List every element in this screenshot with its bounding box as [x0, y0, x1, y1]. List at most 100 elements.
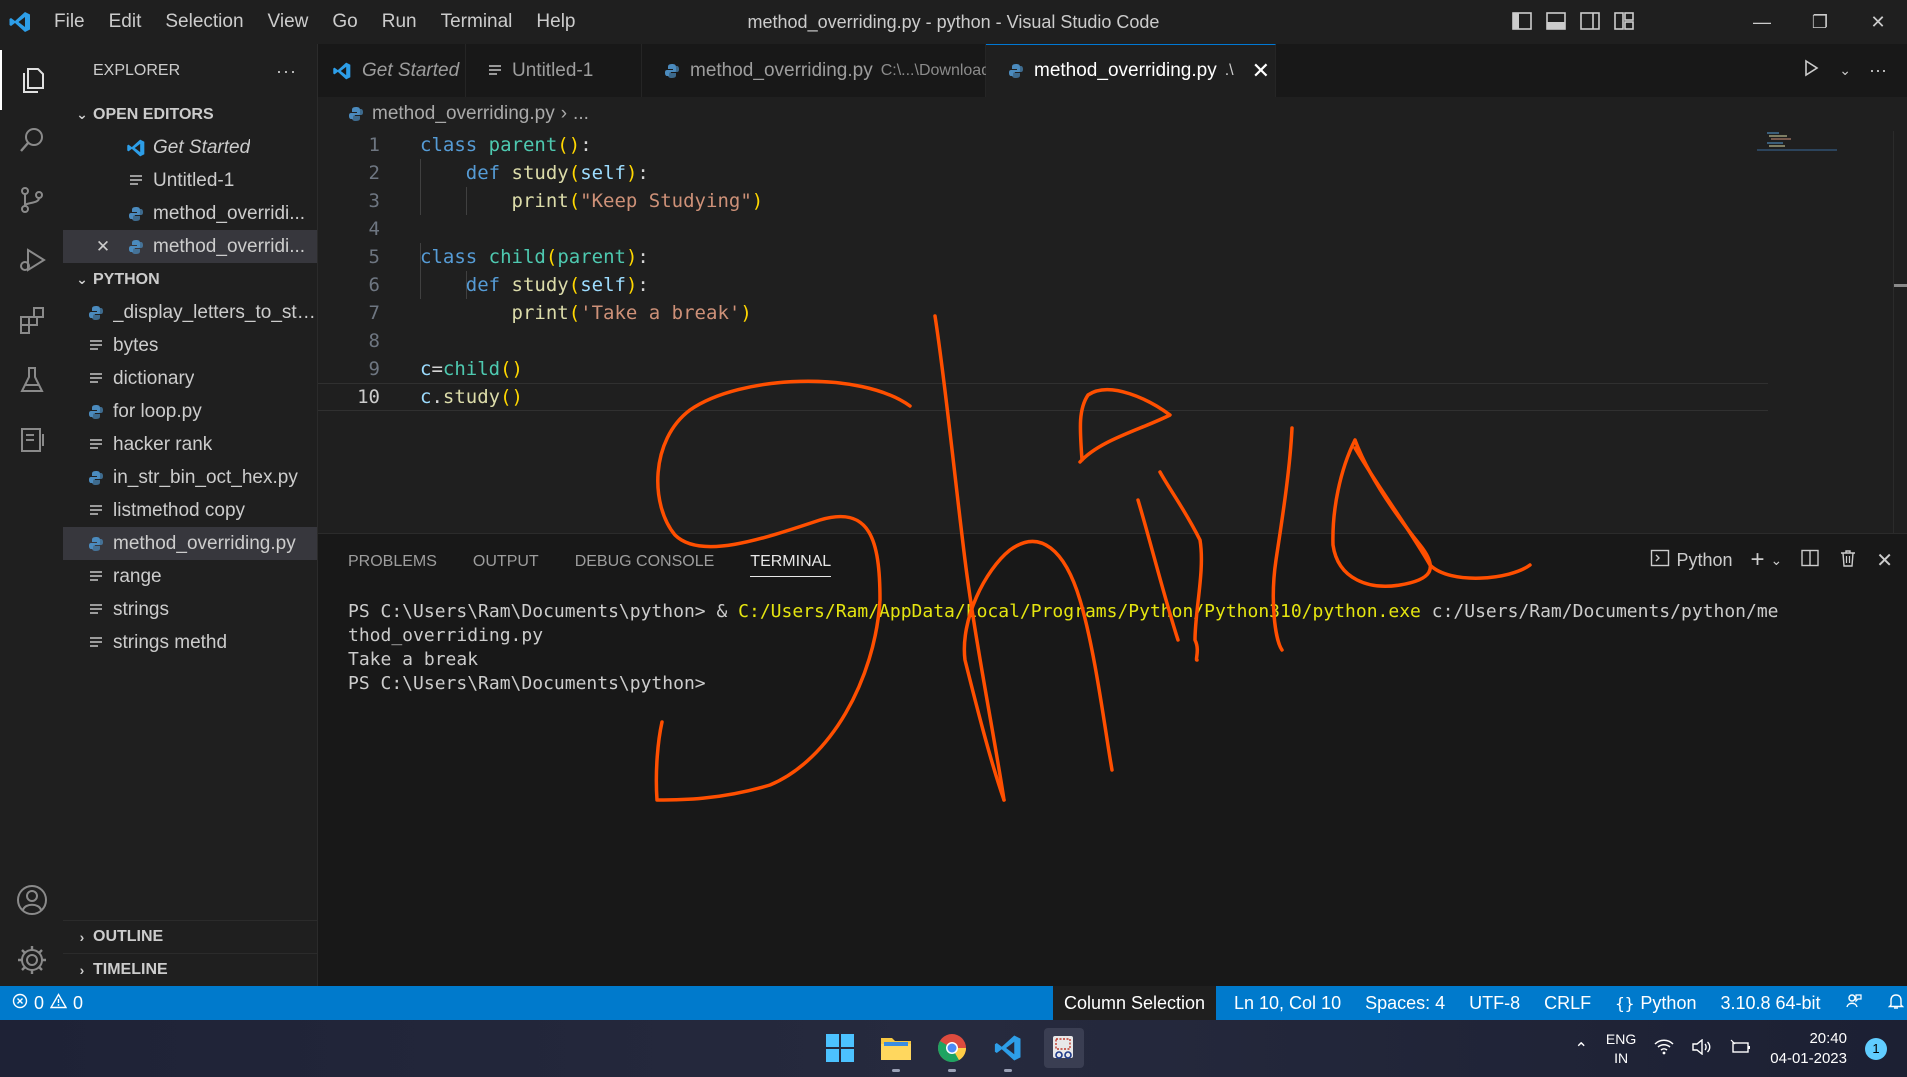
battery-icon[interactable] [1730, 1039, 1752, 1059]
file-item[interactable]: dictionary [63, 362, 317, 395]
notification-badge[interactable]: 1 [1865, 1037, 1887, 1060]
tab-method-overriding-downloads[interactable]: method_overriding.py C:\...\Downloads [642, 44, 998, 97]
extensions-icon[interactable] [0, 290, 63, 350]
minimap[interactable] [1757, 131, 1837, 151]
toggle-panel-icon[interactable] [1545, 10, 1569, 34]
tab-debug-console[interactable]: DEBUG CONSOLE [575, 547, 715, 577]
tab-method-overriding-active[interactable]: method_overriding.py .\ ✕ [986, 44, 1276, 97]
menu-help[interactable]: Help [524, 0, 587, 44]
file-item[interactable]: bytes [63, 329, 317, 362]
input-language[interactable]: ENG IN [1606, 1030, 1636, 1068]
vscode-icon [332, 61, 352, 81]
run-dropdown-chevron-icon[interactable]: ⌄ [1839, 62, 1851, 79]
end-of-line[interactable]: CRLF [1544, 993, 1591, 1014]
open-editor-item[interactable]: method_overridi... [63, 197, 317, 230]
remote-explorer-icon[interactable] [0, 410, 63, 470]
menu-run[interactable]: Run [370, 0, 429, 44]
breadcrumb-file[interactable]: method_overriding.py [372, 103, 555, 125]
open-editor-item[interactable]: Get Started [63, 131, 317, 164]
split-terminal-icon[interactable] [1800, 548, 1820, 573]
file-item[interactable]: strings methd [63, 626, 317, 659]
minimize-icon[interactable]: — [1733, 0, 1791, 44]
python-icon [85, 305, 107, 321]
file-explorer-app[interactable] [876, 1028, 916, 1072]
column-selection-mode[interactable]: Column Selection [1053, 986, 1216, 1020]
tab-get-started[interactable]: Get Started [318, 44, 466, 97]
indentation[interactable]: Spaces: 4 [1365, 993, 1445, 1014]
tray-overflow-chevron-icon[interactable]: ⌃ [1575, 1039, 1588, 1059]
accounts-icon[interactable] [0, 870, 63, 930]
python-folder-section[interactable]: ⌄ PYTHON [63, 263, 317, 296]
cursor-position[interactable]: Ln 10, Col 10 [1234, 993, 1341, 1014]
problems-status[interactable]: 0 0 [12, 993, 83, 1014]
new-terminal-plus-icon[interactable]: + [1750, 546, 1764, 574]
terminal-profile[interactable]: Python [1650, 548, 1732, 573]
notifications-bell-icon[interactable] [1887, 992, 1905, 1015]
file-item[interactable]: in_str_bin_oct_hex.py [63, 461, 317, 494]
chrome-app[interactable] [932, 1028, 972, 1072]
file-item[interactable]: range [63, 560, 317, 593]
breadcrumb-more[interactable]: ... [573, 103, 589, 125]
line-number: 5 [368, 246, 380, 268]
file-item[interactable]: strings [63, 593, 317, 626]
close-panel-icon[interactable]: ✕ [1876, 548, 1893, 573]
feedback-icon[interactable] [1845, 992, 1863, 1015]
editor-scrollbar[interactable] [1893, 131, 1907, 533]
run-python-file-icon[interactable] [1801, 58, 1821, 83]
terminal-dropdown-chevron-icon[interactable]: ⌄ [1771, 552, 1783, 569]
vscode-app[interactable] [988, 1028, 1028, 1072]
testing-icon[interactable] [0, 350, 63, 410]
file-item[interactable]: hacker rank [63, 428, 317, 461]
open-editor-item-active[interactable]: ✕ method_overridi... [63, 230, 317, 263]
tab-problems[interactable]: PROBLEMS [348, 547, 437, 577]
restore-icon[interactable]: ❐ [1791, 0, 1849, 44]
kill-terminal-trash-icon[interactable] [1838, 548, 1858, 573]
language-mode[interactable]: {} Python [1615, 993, 1696, 1014]
terminal-output[interactable]: PS C:\Users\Ram\Documents\python> & C:/U… [348, 600, 1779, 696]
file-item[interactable]: _display_letters_to_str... [63, 296, 317, 329]
terminal-profile-label: Python [1676, 549, 1733, 570]
menu-go[interactable]: Go [320, 0, 369, 44]
outline-section[interactable]: › OUTLINE [63, 920, 318, 953]
toggle-primary-sidebar-icon[interactable] [1511, 10, 1535, 34]
explorer-icon[interactable] [0, 50, 63, 110]
search-icon[interactable] [0, 110, 63, 170]
start-button[interactable] [820, 1028, 860, 1068]
run-debug-icon[interactable] [0, 230, 63, 290]
toggle-secondary-sidebar-icon[interactable] [1579, 10, 1603, 34]
close-icon[interactable]: ✕ [91, 237, 115, 257]
close-window-icon[interactable]: ✕ [1849, 0, 1907, 44]
menu-view[interactable]: View [256, 0, 321, 44]
timeline-section[interactable]: › TIMELINE [63, 953, 318, 986]
volume-icon[interactable] [1692, 1038, 1712, 1059]
more-actions-icon[interactable]: ··· [1869, 60, 1887, 81]
python-interpreter[interactable]: 3.10.8 64-bit [1720, 993, 1820, 1014]
source-control-icon[interactable] [0, 170, 63, 230]
menu-terminal[interactable]: Terminal [429, 0, 525, 44]
clock[interactable]: 20:40 04-01-2023 [1770, 1029, 1847, 1069]
close-tab-icon[interactable]: ✕ [1252, 58, 1270, 84]
wifi-icon[interactable] [1654, 1039, 1674, 1059]
menu-selection[interactable]: Selection [153, 0, 255, 44]
code-editor[interactable]: 1 class parent(): 2 def study(self): 3 p… [318, 131, 1907, 533]
file-item[interactable]: method_overriding.py [63, 527, 317, 560]
lines-icon [85, 603, 107, 617]
explorer-more-actions[interactable]: ··· [276, 61, 297, 82]
menu-file[interactable]: File [42, 0, 97, 44]
file-item[interactable]: listmethod copy [63, 494, 317, 527]
customize-layout-icon[interactable] [1613, 10, 1637, 34]
file-item[interactable]: for loop.py [63, 395, 317, 428]
code-line: 7 print('Take a break') [318, 299, 1768, 327]
open-editors-section[interactable]: ⌄ OPEN EDITORS [63, 98, 317, 131]
code-line-current: 10 c.study() [318, 383, 1768, 411]
snipping-tool-app[interactable] [1044, 1028, 1084, 1068]
tab-untitled[interactable]: Untitled-1 [466, 44, 642, 97]
file-label: method_overriding.py [113, 532, 296, 554]
settings-gear-icon[interactable] [0, 930, 63, 990]
encoding[interactable]: UTF-8 [1469, 993, 1520, 1014]
menu-edit[interactable]: Edit [97, 0, 154, 44]
tab-output[interactable]: OUTPUT [473, 547, 539, 577]
code-line: 3 print("Keep Studying") [318, 187, 1768, 215]
open-editor-item[interactable]: Untitled-1 [63, 164, 317, 197]
tab-terminal[interactable]: TERMINAL [750, 547, 832, 577]
